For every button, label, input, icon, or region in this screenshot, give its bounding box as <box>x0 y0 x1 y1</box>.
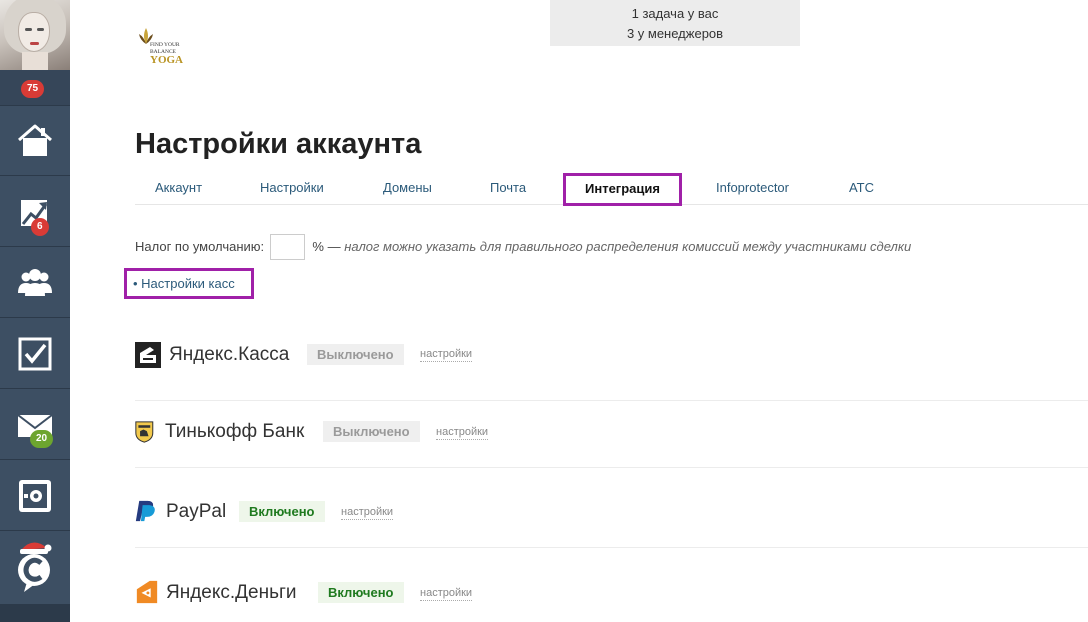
status-badge: Выключено <box>307 344 404 365</box>
support-c-icon <box>18 542 52 592</box>
notifications-strip[interactable]: 75 <box>0 70 70 106</box>
page-title: Настройки аккаунта <box>135 128 422 160</box>
tab-mail[interactable]: Почта <box>490 174 526 204</box>
stats-badge: 6 <box>31 218 49 236</box>
status-badge: Выключено <box>323 421 420 442</box>
users-icon <box>18 269 52 296</box>
integration-row: Тинькофф Банк Выключено настройки <box>135 389 1088 468</box>
avatar-neck <box>22 52 48 70</box>
tab-domains[interactable]: Домены <box>383 174 432 204</box>
avatar-eye <box>25 28 32 31</box>
tasks-mine[interactable]: 1 задача у вас <box>550 4 800 24</box>
tax-unit: % — <box>312 239 341 254</box>
sidebar: 75 6 20 <box>0 0 70 622</box>
tab-ats[interactable]: АТС <box>849 174 874 204</box>
avatar[interactable] <box>0 0 70 70</box>
company-logo[interactable]: FIND YOUR BALANCE YOGA <box>136 20 192 68</box>
sidebar-item-safe[interactable] <box>0 461 70 531</box>
tasks-summary[interactable]: 1 задача у вас 3 у менеджеров <box>550 0 800 46</box>
tasks-managers[interactable]: 3 у менеджеров <box>550 24 800 44</box>
tab-settings[interactable]: Настройки <box>260 174 324 204</box>
sidebar-item-tasks[interactable] <box>0 319 70 389</box>
default-tax-row: Налог по умолчанию: % — налог можно указ… <box>135 233 912 260</box>
tax-label: Налог по умолчанию: <box>135 239 265 254</box>
integration-row: Яндекс.Деньги Включено настройки <box>135 548 1088 622</box>
integration-settings-link[interactable]: настройки <box>341 506 394 520</box>
avatar-face <box>18 12 50 52</box>
yandex-money-icon <box>136 580 158 604</box>
tinkoff-icon <box>135 421 154 443</box>
paypal-icon <box>135 500 155 522</box>
sidebar-item-home[interactable] <box>0 106 70 176</box>
home-icon <box>18 124 52 156</box>
yandex-kassa-icon <box>135 342 161 368</box>
integration-name: PayPal <box>166 501 227 522</box>
integration-settings-link[interactable]: настройки <box>420 348 473 362</box>
sidebar-item-users[interactable] <box>0 248 70 318</box>
tab-account[interactable]: Аккаунт <box>155 174 202 204</box>
sidebar-item-mail[interactable]: 20 <box>0 390 70 460</box>
avatar-eye <box>37 28 44 31</box>
tab-integration[interactable]: Интеграция <box>563 173 682 206</box>
notifications-badge[interactable]: 75 <box>21 80 45 98</box>
sidebar-item-stats[interactable]: 6 <box>0 177 70 247</box>
yoga-logo-icon: FIND YOUR BALANCE YOGA <box>139 28 183 66</box>
tax-hint: налог можно указать для правильного расп… <box>344 239 912 254</box>
safe-icon <box>19 480 51 512</box>
sidebar-item-support[interactable] <box>0 532 70 602</box>
status-badge: Включено <box>239 501 325 522</box>
logo-line1: FIND YOUR <box>150 42 180 48</box>
mail-badge: 20 <box>30 430 54 448</box>
integration-name: Яндекс.Касса <box>169 344 290 365</box>
checkbox-icon <box>18 337 52 371</box>
avatar-lips <box>30 42 39 45</box>
integration-name: Тинькофф Банк <box>165 421 305 442</box>
integration-settings-link[interactable]: настройки <box>436 426 489 440</box>
integration-name: Яндекс.Деньги <box>166 582 297 603</box>
status-badge: Включено <box>318 582 404 603</box>
settings-tabs: Аккаунт Настройки Домены Почта Интеграци… <box>135 173 1088 206</box>
tax-input[interactable] <box>269 233 305 260</box>
sidebar-footer <box>0 604 70 622</box>
tab-infoprotector[interactable]: Infoprotector <box>716 174 789 204</box>
logo-line3: YOGA <box>150 54 183 66</box>
kassa-settings-link[interactable]: • Настройки касс <box>124 268 254 299</box>
integration-row: PayPal Включено настройки <box>135 468 1088 548</box>
integration-settings-link[interactable]: настройки <box>420 587 473 601</box>
